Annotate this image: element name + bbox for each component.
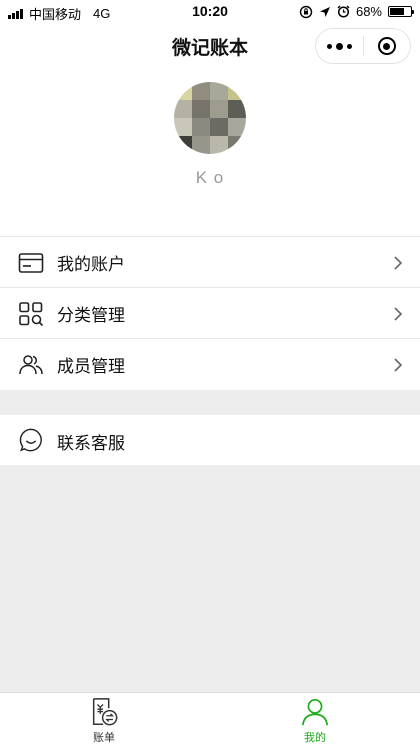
menu-item-my-accounts[interactable]: 我的账户	[0, 237, 420, 288]
tab-label: 账单	[93, 732, 115, 744]
target-icon	[377, 37, 396, 55]
tab-bar: 账单 我的	[0, 692, 420, 747]
profile-section: K o	[0, 68, 420, 236]
smile-chat-icon	[18, 427, 44, 453]
battery-icon	[388, 6, 414, 17]
username: K o	[195, 168, 225, 187]
settings-menu: 我的账户 分类管理 成员管理	[0, 236, 420, 390]
chevron-right-icon	[394, 358, 403, 372]
person-icon	[301, 698, 329, 726]
tab-mine[interactable]: 我的	[285, 697, 345, 745]
members-icon	[18, 352, 44, 378]
avatar[interactable]	[174, 82, 246, 154]
more-dots-icon	[326, 42, 352, 50]
chevron-right-icon	[394, 256, 403, 270]
tab-bills[interactable]: 账单	[74, 697, 134, 745]
status-bar: 中国移动 4G 10:20 68%	[0, 0, 420, 24]
menu-item-contact-service[interactable]: 联系客服	[0, 415, 420, 465]
location-icon	[319, 6, 330, 17]
nav-bar: 微记账本	[0, 24, 420, 68]
status-right: 68%	[299, 4, 414, 19]
alarm-icon	[337, 5, 350, 18]
chevron-right-icon	[394, 307, 403, 321]
menu-item-label: 联系客服	[57, 434, 125, 453]
more-menu-button[interactable]	[316, 42, 363, 50]
mini-program-capsule	[315, 28, 411, 64]
menu-item-label: 我的账户	[57, 254, 125, 274]
battery-percent: 68%	[355, 4, 382, 19]
menu-item-category-management[interactable]: 分类管理	[0, 288, 420, 339]
menu-item-label: 分类管理	[57, 305, 125, 325]
battery-level	[390, 8, 404, 15]
close-mini-program-button[interactable]	[363, 37, 410, 55]
card-icon	[18, 250, 44, 276]
bill-icon	[92, 698, 118, 726]
menu-item-label: 成员管理	[57, 357, 125, 376]
menu-item-member-management[interactable]: 成员管理	[0, 339, 420, 390]
orientation-lock-icon	[299, 5, 313, 18]
tab-label: 我的	[304, 732, 326, 744]
screen: 中国移动 4G 10:20 68% 微记账本 K o 我的账户 分类管理 成员管…	[0, 0, 420, 747]
category-grid-icon	[18, 301, 44, 327]
